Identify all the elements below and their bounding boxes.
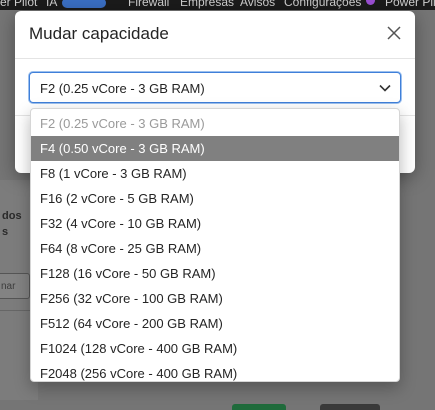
capacity-option[interactable]: F8 (1 vCore - 3 GB RAM): [31, 161, 399, 186]
capacity-option[interactable]: F16 (2 vCore - 5 GB RAM): [31, 186, 399, 211]
capacity-option[interactable]: F64 (8 vCore - 25 GB RAM): [31, 236, 399, 261]
nav-item-firewall: Firewall: [128, 0, 170, 9]
capacity-select-value: F2 (0.25 vCore - 3 GB RAM): [40, 81, 205, 96]
close-icon: [385, 24, 403, 42]
app-top-nav: er Pilot IA Firewall Empresas Avisos Con…: [0, 0, 435, 10]
chevron-down-icon: [379, 83, 391, 93]
nav-item-empresas: Empresas: [180, 0, 235, 9]
background-primary-button: [232, 404, 286, 410]
nav-item-ia: IA: [46, 0, 58, 9]
capacity-option[interactable]: F128 (16 vCore - 50 GB RAM): [31, 261, 399, 286]
capacity-option[interactable]: F1024 (128 vCore - 400 GB RAM): [31, 336, 399, 361]
dialog-title: Mudar capacidade: [29, 24, 169, 43]
close-button[interactable]: [385, 24, 403, 42]
background-filter-input: nar: [0, 273, 30, 299]
capacity-option[interactable]: F512 (64 vCore - 200 GB RAM): [31, 311, 399, 336]
capacity-option[interactable]: F2 (0.25 vCore - 3 GB RAM): [31, 111, 399, 136]
dialog-header-divider: [15, 58, 415, 59]
nav-item-configuracoes: Configurações: [284, 0, 362, 9]
side-label-1: dos: [2, 210, 22, 222]
profile-icon: [366, 0, 375, 5]
nav-item-power-pilot-2: Power Pil: [385, 0, 435, 9]
capacity-option[interactable]: F4 (0.50 vCore - 3 GB RAM): [31, 136, 399, 161]
nav-item-power-pilot: er Pilot: [0, 0, 38, 9]
capacity-option[interactable]: F32 (4 vCore - 10 GB RAM): [31, 211, 399, 236]
nav-item-avisos: Avisos: [240, 0, 276, 9]
capacity-dropdown-list: F2 (0.25 vCore - 3 GB RAM) F4 (0.50 vCore…: [30, 108, 400, 382]
capacity-option[interactable]: F2048 (256 vCore - 400 GB RAM): [31, 361, 399, 381]
side-label-2: s: [2, 226, 9, 238]
background-secondary-button: [320, 404, 380, 410]
preview-badge: [62, 0, 106, 8]
capacity-select[interactable]: F2 (0.25 vCore - 3 GB RAM): [29, 72, 401, 103]
capacity-option[interactable]: F256 (32 vCore - 100 GB RAM): [31, 286, 399, 311]
